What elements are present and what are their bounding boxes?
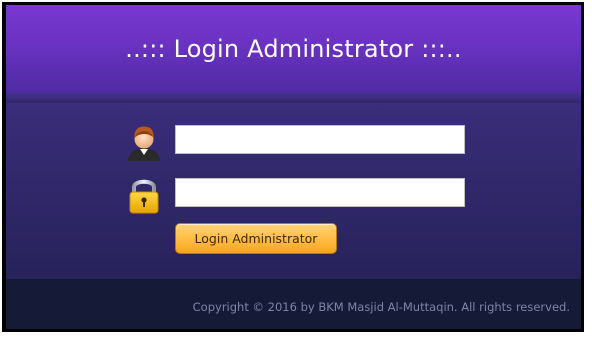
username-row [124,122,472,161]
lock-icon-svg [129,179,159,214]
login-button[interactable]: Login Administrator [175,223,337,254]
lock-icon [124,175,164,215]
login-window: ..::: Login Administrator :::.. Login Ad… [2,2,584,332]
login-header: ..::: Login Administrator :::.. [6,5,581,93]
username-input[interactable] [175,125,465,154]
password-input[interactable] [175,178,465,207]
password-row [124,175,472,214]
page-title: ..::: Login Administrator :::.. [125,35,462,63]
user-icon-svg [128,126,160,161]
login-form: Login Administrator [6,103,581,279]
user-icon [124,122,164,162]
footer: Copyright © 2016 by BKM Masjid Al-Muttaq… [6,279,581,329]
header-shade [6,93,581,103]
copyright-text: Copyright © 2016 by BKM Masjid Al-Muttaq… [192,300,570,314]
